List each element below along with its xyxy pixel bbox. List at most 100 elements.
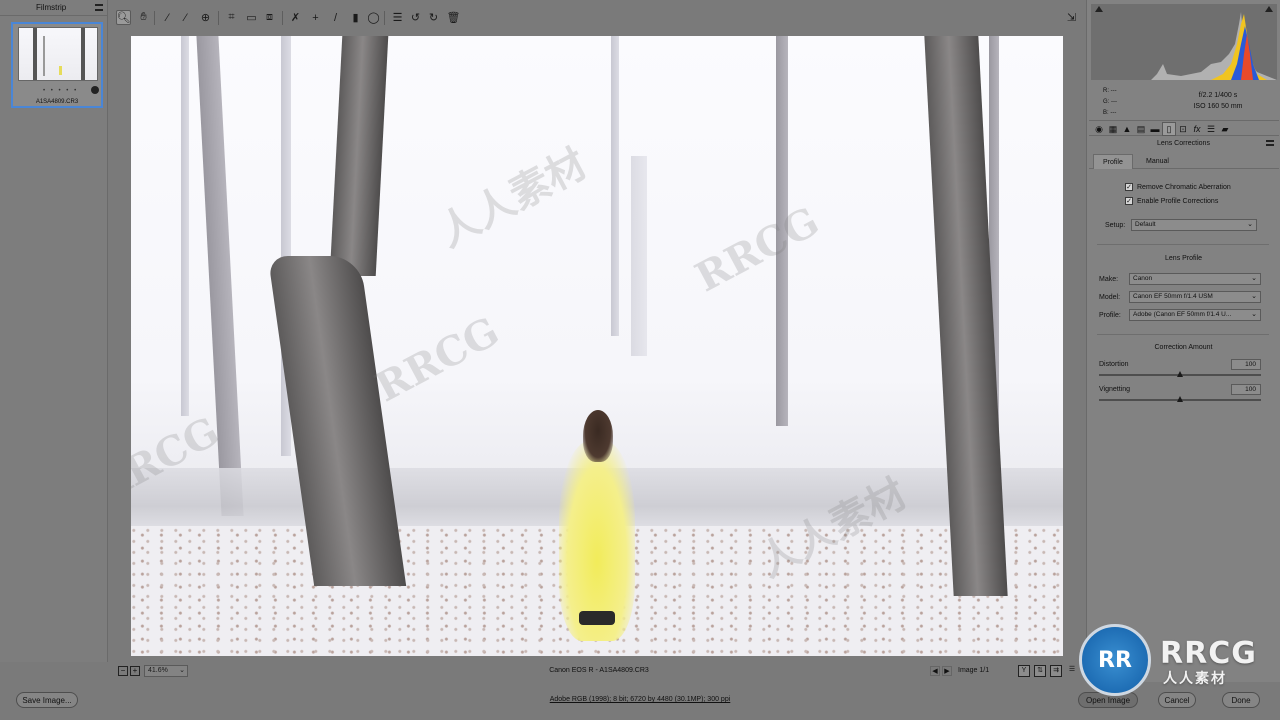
lens-profile-title: Lens Profile [1165, 255, 1202, 262]
chevron-down-icon: ⌄ [1247, 221, 1253, 228]
iso-focal: ISO 160 50 mm [1193, 103, 1243, 110]
color-sampler-icon[interactable]: ⁄ [178, 10, 193, 25]
enable-profile-checkbox[interactable]: ✓ [1125, 197, 1133, 205]
girl-hair [583, 410, 613, 462]
footer-bar: Save Image... Adobe RGB (1998); 8 bit; 6… [0, 682, 1280, 720]
toolbar-separator [282, 11, 283, 25]
watermark-text: RRCG [367, 307, 507, 412]
tab-profile[interactable]: Profile [1093, 154, 1133, 169]
spot-removal-icon[interactable]: ✗ [288, 10, 303, 25]
rgb-readout: R: --- G: --- B: --- [1103, 86, 1117, 119]
watermark-text: 人人素材 [430, 139, 595, 257]
transform-icon[interactable]: ⧈ [262, 10, 277, 25]
targeted-adjustment-icon[interactable]: ⊕ [198, 10, 213, 25]
transform-tab-icon[interactable]: ⊡ [1177, 123, 1189, 135]
effects-tab-icon[interactable]: fx [1191, 123, 1203, 135]
basic-tab-icon[interactable]: ◉ [1093, 123, 1105, 135]
bg-tree [611, 36, 619, 336]
brand-logo: RR [1079, 624, 1151, 696]
filmstrip-menu-icon[interactable] [95, 4, 103, 11]
prev-image-button[interactable]: ◀ [930, 666, 940, 676]
fullscreen-icon[interactable]: ⇲ [1064, 10, 1079, 25]
lens-subtabs: Profile Manual [1089, 154, 1279, 169]
before-after-view-button[interactable]: Y [1018, 665, 1030, 677]
vignetting-slider-thumb[interactable] [1177, 396, 1183, 402]
tone-curve-tab-icon[interactable]: ▦ [1107, 123, 1119, 135]
highlight-clipping-warning-icon[interactable] [1265, 6, 1273, 12]
detail-tab-icon[interactable]: ▲ [1121, 123, 1133, 135]
filmstrip-thumbnail[interactable]: • • • • • A1SA4809.CR3 [11, 22, 103, 108]
chevron-down-icon: ⌄ [1251, 275, 1257, 282]
red-eye-icon[interactable]: + [308, 10, 323, 25]
distortion-label: Distortion [1099, 361, 1129, 368]
adjustment-brush-icon[interactable]: / [328, 10, 343, 25]
rotate-right-icon[interactable]: ↻ [426, 10, 441, 25]
enable-profile-label: Enable Profile Corrections [1137, 197, 1219, 205]
distortion-value[interactable]: 100 [1231, 359, 1261, 370]
remove-ca-label: Remove Chromatic Aberration [1137, 183, 1231, 191]
bg-tree [631, 156, 647, 356]
trash-icon[interactable]: 🗑︎ [446, 10, 461, 25]
vignetting-label: Vignetting [1099, 386, 1131, 393]
split-toning-tab-icon[interactable]: ▬ [1149, 123, 1161, 135]
toolbar-separator [154, 11, 155, 25]
image-canvas[interactable]: RRCG RRCG 人人素材 人人素材 RRCG [131, 36, 1063, 656]
histogram-graph [1091, 12, 1277, 80]
zoom-icon[interactable]: 🔍︎ [116, 10, 131, 25]
done-button[interactable]: Done [1222, 692, 1260, 708]
tab-manual[interactable]: Manual [1137, 154, 1178, 169]
panel-icon-tabs: ◉ ▦ ▲ ▤ ▬ ▯ ⊡ fx ☰ ▰ [1089, 120, 1279, 136]
toolbar-separator [384, 11, 385, 25]
image-count: Image 1/1 [958, 667, 990, 674]
straighten-icon[interactable]: ▭ [244, 10, 259, 25]
watermark-text: RRCG [687, 197, 827, 302]
hsl-tab-icon[interactable]: ▤ [1135, 123, 1147, 135]
model-label: Model: [1099, 294, 1121, 301]
graduated-filter-icon[interactable]: ▮ [348, 10, 363, 25]
panel-menu-icon[interactable] [1266, 140, 1274, 146]
remove-ca-row[interactable]: ✓ Remove Chromatic Aberration [1125, 183, 1231, 191]
crop-icon[interactable]: ⌗ [224, 10, 239, 25]
thumbnail-rating[interactable]: • • • • • [43, 88, 78, 94]
distortion-slider-thumb[interactable] [1177, 371, 1183, 377]
thumbnail-badge-icon [91, 86, 99, 94]
hand-icon[interactable]: ✋︎ [136, 10, 151, 25]
model-value: Canon EF 50mm f/1.4 USM [1133, 293, 1213, 300]
toggle-settings-icon[interactable]: ☰ [1066, 665, 1078, 677]
radial-filter-icon[interactable]: ◯ [366, 10, 381, 25]
cancel-button[interactable]: Cancel [1158, 692, 1196, 708]
white-balance-icon[interactable]: ⁄ [160, 10, 175, 25]
rotate-left-icon[interactable]: ↺ [408, 10, 423, 25]
bg-tree [181, 36, 189, 416]
preferences-icon[interactable]: ☰ [390, 10, 405, 25]
presets-tab-icon[interactable]: ▰ [1219, 123, 1231, 135]
filmstrip-title: Filmstrip [36, 3, 67, 12]
thumbnail-filename: A1SA4809.CR3 [35, 99, 79, 105]
remove-ca-checkbox[interactable]: ✓ [1125, 183, 1133, 191]
green-value: G: --- [1103, 99, 1117, 105]
foreground-tree-trunk [329, 36, 389, 276]
model-select[interactable]: Canon EF 50mm f/1.4 USM ⌄ [1129, 291, 1261, 303]
next-image-button[interactable]: ▶ [942, 666, 952, 676]
calibration-tab-icon[interactable]: ☰ [1205, 123, 1217, 135]
canvas-status-bar: − + 41.6% ⌄ Canon EOS R - A1SA4809.CR3 ◀… [112, 662, 1086, 680]
girl-feet [579, 611, 615, 625]
setup-select[interactable]: Default ⌄ [1131, 219, 1257, 231]
shadow-clipping-warning-icon[interactable] [1095, 6, 1103, 12]
right-panel: R: --- G: --- B: --- f/2.2 1/400 s ISO 1… [1086, 0, 1280, 682]
lens-corrections-tab-icon[interactable]: ▯ [1162, 122, 1176, 136]
toolbar-separator [218, 11, 219, 25]
blue-value: B: --- [1103, 110, 1117, 116]
make-select[interactable]: Canon ⌄ [1129, 273, 1261, 285]
profile-select[interactable]: Adobe (Canon EF 50mm f/1.4 U... ⌄ [1129, 309, 1261, 321]
correction-amount-title: Correction Amount [1154, 344, 1213, 351]
enable-profile-row[interactable]: ✓ Enable Profile Corrections [1125, 197, 1218, 205]
profile-value: Adobe (Canon EF 50mm f/1.4 U... [1133, 311, 1232, 318]
exif-info: f/2.2 1/400 s ISO 160 50 mm [1163, 90, 1273, 112]
swap-settings-icon[interactable]: ⇅ [1034, 665, 1046, 677]
top-toolbar: 🔍︎ ✋︎ ⁄ ⁄ ⊕ ⌗ ▭ ⧈ ✗ + / ▮ ◯ ☰ ↺ ↻ 🗑︎ ⇲ [110, 8, 1086, 30]
copy-settings-icon[interactable]: ⇉ [1050, 665, 1062, 677]
divider [1097, 334, 1269, 335]
vignetting-value[interactable]: 100 [1231, 384, 1261, 395]
make-label: Make: [1099, 276, 1119, 283]
